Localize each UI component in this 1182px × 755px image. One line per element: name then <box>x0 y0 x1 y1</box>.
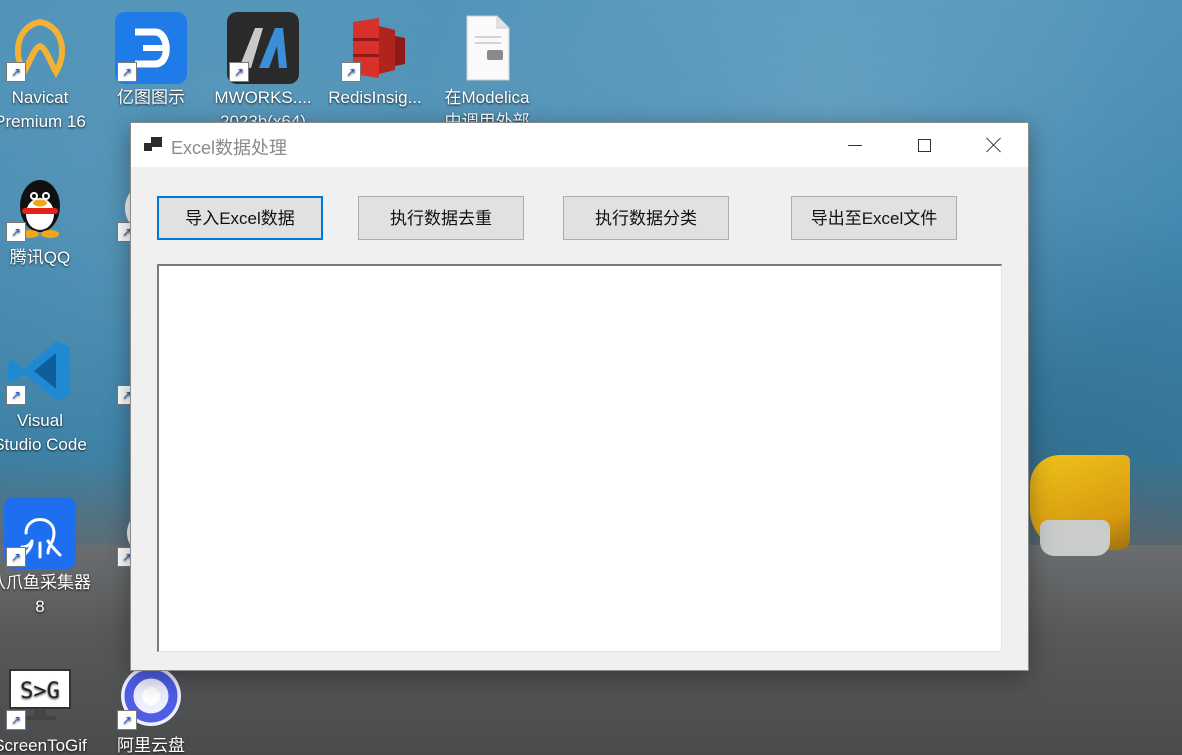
shortcut-arrow-icon: ↗ <box>6 62 26 82</box>
dedupe-button[interactable]: 执行数据去重 <box>358 196 524 240</box>
app-window-icon <box>144 137 164 153</box>
svg-text:S>G: S>G <box>20 679 60 704</box>
desktop-icon-redisinsight[interactable]: ↗ RedisInsig... <box>320 12 430 110</box>
redis-icon: ↗ <box>339 12 411 84</box>
close-icon <box>986 137 1002 153</box>
icon-label: 亿图图示 <box>117 88 185 107</box>
shortcut-arrow-icon: ↗ <box>6 222 26 242</box>
minimize-icon <box>848 144 862 146</box>
desktop-icon-mworks[interactable]: ↗ MWORKS.... 2023b(x64) <box>208 12 318 134</box>
import-excel-button[interactable]: 导入Excel数据 <box>157 196 323 240</box>
icon-label: Premium 16 <box>0 112 86 131</box>
excel-processing-window: Excel数据处理 导入Excel数据 执行数据去重 执行数据分类 导出至Exc… <box>130 122 1029 671</box>
navicat-icon: ↗ <box>4 12 76 84</box>
desktop-icon-markdown-file[interactable]: 在Modelica 中调用外部 <box>432 12 542 134</box>
car-bumper-decoration <box>1040 520 1110 556</box>
desktop-icon-qq[interactable]: ↗ 腾讯QQ <box>0 172 95 270</box>
output-textbox[interactable] <box>157 264 1002 652</box>
vscode-icon: ↗ <box>4 335 76 407</box>
desktop-icon-vscode[interactable]: ↗ Visual Studio Code <box>0 335 95 457</box>
icon-label: 腾讯QQ <box>9 248 71 267</box>
screentogif-icon: S>G ↗ <box>4 660 76 732</box>
desktop-icon-aliyun[interactable]: ↗ 阿里云盘 <box>96 660 206 755</box>
edraw-icon: ↗ <box>115 12 187 84</box>
minimize-button[interactable] <box>820 123 890 167</box>
icon-label: Studio Code <box>0 435 87 454</box>
desktop-icon-navicat[interactable]: ↗ Navicat Premium 16 <box>0 12 95 134</box>
icon-label: 在Modelica <box>444 88 530 107</box>
icon-label: RedisInsig... <box>328 88 422 107</box>
shortcut-arrow-icon: ↗ <box>6 547 26 567</box>
maximize-button[interactable] <box>889 123 959 167</box>
icon-label: ScreenToGif <box>0 736 87 755</box>
icon-label: Visual <box>17 411 63 430</box>
shortcut-arrow-icon: ↗ <box>6 710 26 730</box>
icon-label: 8 <box>35 597 45 616</box>
icon-label: Navicat <box>11 88 69 107</box>
shortcut-arrow-icon: ↗ <box>229 62 249 82</box>
shortcut-arrow-icon: ↗ <box>117 62 137 82</box>
desktop-icon-bazhuayu[interactable]: ↗ 八爪鱼采集器 8 <box>0 497 95 619</box>
title-bar[interactable]: Excel数据处理 <box>131 123 1028 167</box>
shortcut-arrow-icon: ↗ <box>117 710 137 730</box>
export-excel-button[interactable]: 导出至Excel文件 <box>791 196 957 240</box>
close-button[interactable] <box>959 123 1029 167</box>
desktop-icon-screentogif[interactable]: S>G ↗ ScreenToGif <box>0 660 95 755</box>
mworks-icon: ↗ <box>227 12 299 84</box>
icon-label: 八爪鱼采集器 <box>0 573 91 592</box>
icon-label: MWORKS.... <box>214 88 312 107</box>
octopus-icon: ↗ <box>4 497 76 569</box>
markdown-file-icon <box>451 12 523 84</box>
desktop-icon-edraw[interactable]: ↗ 亿图图示 <box>96 12 206 110</box>
shortcut-arrow-icon: ↗ <box>341 62 361 82</box>
icon-label: 阿里云盘 <box>117 736 185 755</box>
maximize-icon <box>917 138 931 152</box>
shortcut-arrow-icon: ↗ <box>6 385 26 405</box>
qq-penguin-icon: ↗ <box>4 172 76 244</box>
classify-button[interactable]: 执行数据分类 <box>563 196 729 240</box>
window-title: Excel数据处理 <box>171 138 288 158</box>
